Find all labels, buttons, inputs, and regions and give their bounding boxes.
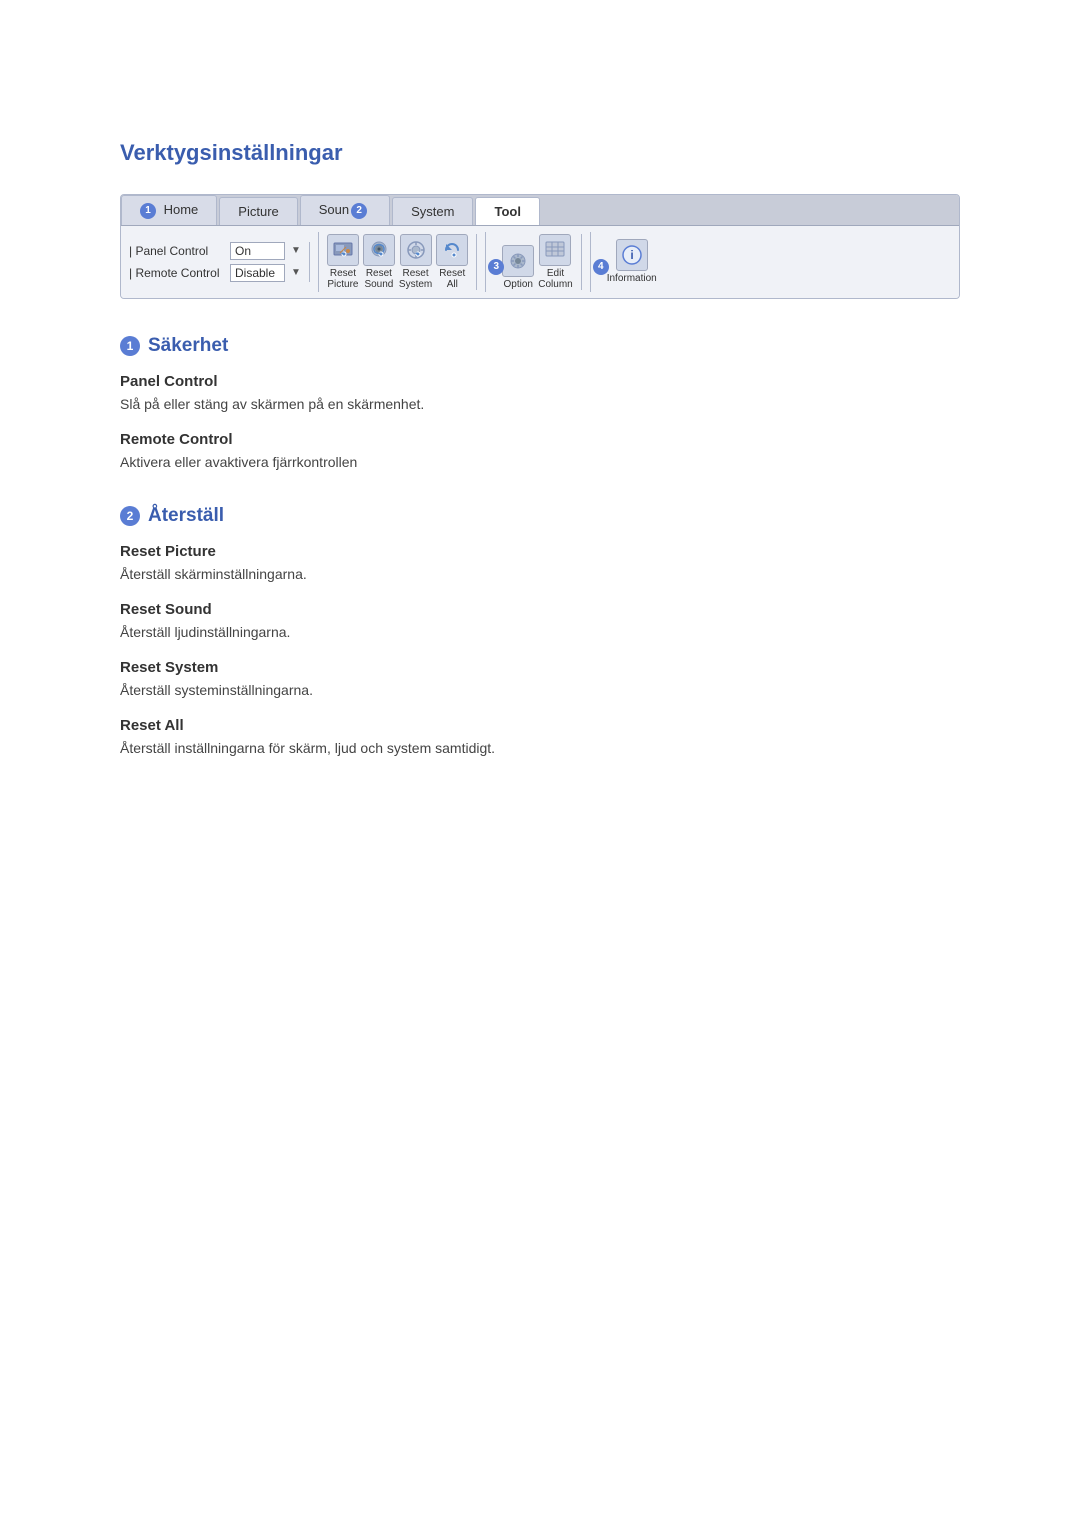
reset-picture-label: ResetPicture	[327, 268, 358, 290]
page-container: Verktygsinställningar 1 Home Picture Sou…	[0, 0, 1080, 855]
reset-sound-icon	[363, 234, 395, 266]
section-1-number: 1	[120, 336, 140, 356]
remote-control-value: Disable	[230, 264, 285, 282]
reset-all-button[interactable]: ResetAll	[436, 234, 468, 290]
reset-picture-text: Återställ skärminställningarna.	[120, 564, 960, 585]
remote-control-section: Remote Control Aktivera eller avaktivera…	[120, 431, 960, 473]
page-title: Verktygsinställningar	[120, 140, 960, 166]
tab-sound[interactable]: Soun2	[300, 195, 390, 225]
information-label: Information	[607, 273, 657, 284]
reset-system-text: Återställ systeminställningarna.	[120, 680, 960, 701]
reset-sound-label: ResetSound	[364, 268, 393, 290]
remote-control-heading: Remote Control	[120, 431, 960, 448]
panel-control-value: On	[230, 242, 285, 260]
toolbar-wrapper: 1 Home Picture Soun2 System Tool | Panel…	[120, 194, 960, 299]
toolbar-section-options: Option EditColumn	[494, 234, 581, 290]
tab-picture[interactable]: Picture	[219, 197, 297, 225]
remote-control-row: | Remote Control Disable ▼	[129, 264, 301, 282]
divider-2	[485, 232, 486, 292]
information-icon: i	[616, 239, 648, 271]
reset-picture-icon	[327, 234, 359, 266]
reset-system-label: ResetSystem	[399, 268, 432, 290]
toolbar-section-security: | Panel Control On ▼ | Remote Control Di…	[129, 242, 310, 282]
reset-sound-section: Reset Sound Återställ ljudinställningarn…	[120, 601, 960, 643]
reset-all-text: Återställ inställningarna för skärm, lju…	[120, 738, 960, 759]
panel-control-section: Panel Control Slå på eller stäng av skär…	[120, 373, 960, 415]
reset-sound-button[interactable]: ResetSound	[363, 234, 395, 290]
badge-2: 2	[351, 203, 367, 219]
section-2-title: Återställ	[148, 505, 224, 527]
tab-system[interactable]: System	[392, 197, 473, 225]
tab-tool[interactable]: Tool	[475, 197, 539, 225]
remote-control-text: Aktivera eller avaktivera fjärrkontrolle…	[120, 452, 960, 473]
section-1-title: Säkerhet	[148, 335, 228, 357]
toolbar-section-reset: ResetPicture	[327, 234, 477, 290]
option-icon	[502, 245, 534, 277]
reset-system-section: Reset System Återställ systeminställning…	[120, 659, 960, 701]
remote-control-label: | Remote Control	[129, 266, 224, 280]
tab-home[interactable]: 1 Home	[121, 195, 217, 225]
badge-1: 1	[140, 203, 156, 219]
edit-column-label: EditColumn	[538, 268, 572, 290]
toolbar-screenshot: 1 Home Picture Soun2 System Tool | Panel…	[120, 194, 960, 299]
reset-all-label: ResetAll	[439, 268, 465, 290]
information-button[interactable]: i Information	[607, 239, 657, 284]
reset-picture-heading: Reset Picture	[120, 543, 960, 560]
svg-text:i: i	[630, 248, 633, 262]
reset-system-icon	[400, 234, 432, 266]
reset-all-section: Reset All Återställ inställningarna för …	[120, 717, 960, 759]
divider-1	[318, 232, 319, 292]
toolbar-tabs: 1 Home Picture Soun2 System Tool	[121, 195, 959, 226]
reset-all-icon	[436, 234, 468, 266]
option-label: Option	[504, 279, 533, 290]
reset-system-heading: Reset System	[120, 659, 960, 676]
badge-4: 4	[593, 259, 609, 275]
panel-control-heading: Panel Control	[120, 373, 960, 390]
panel-control-arrow[interactable]: ▼	[291, 245, 301, 256]
section-2-number: 2	[120, 506, 140, 526]
panel-control-row: | Panel Control On ▼	[129, 242, 301, 260]
toolbar-section-info: i Information	[599, 239, 665, 284]
section-1-heading: 1 Säkerhet	[120, 335, 960, 357]
remote-control-arrow[interactable]: ▼	[291, 267, 301, 278]
panel-control-text: Slå på eller stäng av skärmen på en skär…	[120, 394, 960, 415]
reset-sound-heading: Reset Sound	[120, 601, 960, 618]
edit-column-icon	[539, 234, 571, 266]
badge-3: 3	[488, 259, 504, 275]
reset-sound-text: Återställ ljudinställningarna.	[120, 622, 960, 643]
divider-3	[590, 232, 591, 292]
reset-all-heading: Reset All	[120, 717, 960, 734]
reset-picture-button[interactable]: ResetPicture	[327, 234, 359, 290]
reset-picture-section: Reset Picture Återställ skärminställning…	[120, 543, 960, 585]
toolbar-body: | Panel Control On ▼ | Remote Control Di…	[121, 226, 959, 298]
edit-column-button[interactable]: EditColumn	[538, 234, 572, 290]
section-2-heading: 2 Återställ	[120, 505, 960, 527]
option-button[interactable]: Option	[502, 245, 534, 290]
panel-control-label: | Panel Control	[129, 244, 224, 258]
reset-system-button[interactable]: ResetSystem	[399, 234, 432, 290]
